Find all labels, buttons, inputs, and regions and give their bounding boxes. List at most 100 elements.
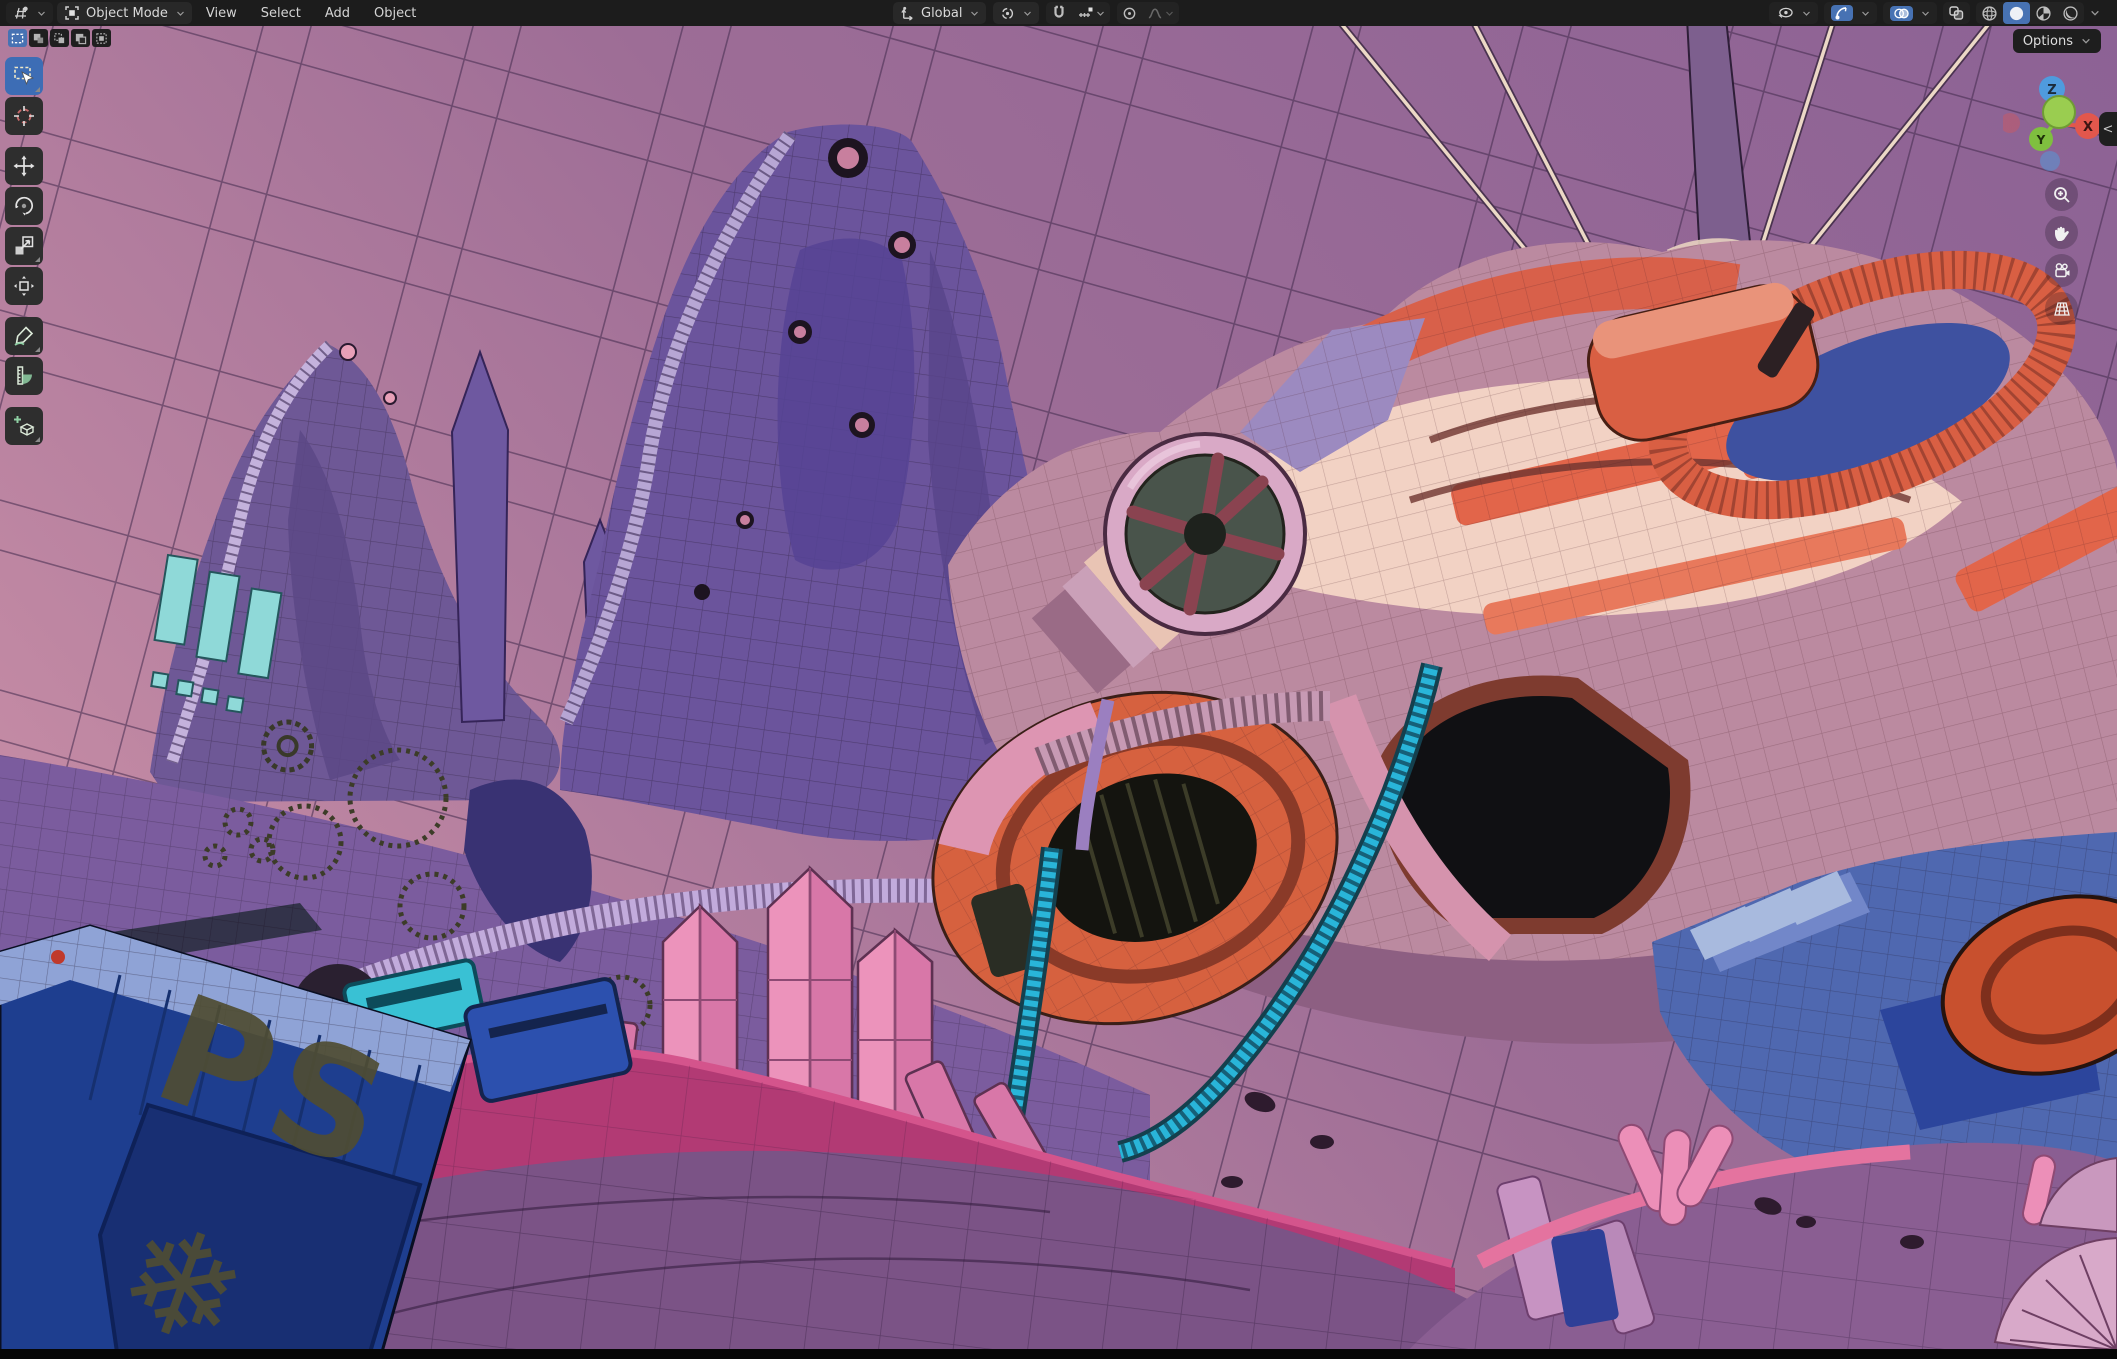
- blender-window: PS ❄ Object Mode: [0, 0, 2117, 1359]
- chevron-down-icon: [2081, 36, 2091, 46]
- chevron-down-icon[interactable]: [2090, 8, 2100, 18]
- chevron-down-icon: [1096, 9, 1105, 18]
- chevron-down-icon: [1802, 9, 1811, 18]
- tool-cursor[interactable]: [5, 97, 43, 135]
- proportional-falloff-icon: [1147, 6, 1163, 21]
- select-extend-icon: [32, 32, 45, 45]
- snap-target-icon: [1077, 5, 1094, 21]
- toggle-xray-icon: [1948, 5, 1965, 21]
- snap-group: [1046, 2, 1110, 24]
- tool-annotate[interactable]: [5, 317, 43, 355]
- select-mode-intersect[interactable]: [92, 29, 111, 47]
- gizmo-axis-minus-x[interactable]: [2003, 113, 2020, 133]
- transform-orientation-icon: [900, 6, 915, 21]
- tool-column: [5, 57, 43, 447]
- chevron-down-icon: [1861, 9, 1870, 18]
- proportional-editing-toggle[interactable]: [1117, 2, 1142, 24]
- transform-orientation-dropdown[interactable]: Global: [893, 2, 986, 24]
- viewport-header: Object Mode View Select Add Object Globa…: [0, 0, 2117, 26]
- menu-view[interactable]: View: [196, 0, 247, 26]
- measure-icon: [12, 364, 36, 388]
- proportional-falloff-dropdown[interactable]: [1142, 2, 1179, 24]
- tool-scale[interactable]: [5, 227, 43, 265]
- window-bottom-edge: [0, 1349, 2117, 1359]
- object-mode-icon: [64, 5, 80, 21]
- zoom-icon: [2052, 185, 2072, 205]
- tool-rotate[interactable]: [5, 187, 43, 225]
- proportional-group: [1117, 2, 1179, 24]
- cursor-icon: [12, 104, 36, 128]
- tool-select-box[interactable]: [5, 57, 43, 95]
- overlays-dropdown[interactable]: [1883, 2, 1937, 24]
- select-invert-icon: [74, 32, 87, 45]
- overlays-icon: [1893, 6, 1910, 21]
- select-set-icon: [11, 32, 24, 45]
- select-subtract-icon: [53, 32, 66, 45]
- menu-object[interactable]: Object: [364, 0, 426, 26]
- transform-icon: [12, 274, 36, 298]
- gizmo-axis-minus-z[interactable]: [2040, 151, 2060, 171]
- shading-material-button[interactable]: [2030, 2, 2057, 24]
- gizmo-y-label: Y: [2036, 133, 2046, 147]
- pivot-point-icon: [1000, 6, 1015, 21]
- sidebar-toggle-chevron: <: [2103, 122, 2114, 137]
- camera-icon: [2052, 261, 2072, 281]
- menu-add[interactable]: Add: [315, 0, 360, 26]
- chevron-down-icon: [970, 9, 979, 18]
- camera-view-button[interactable]: [2045, 254, 2078, 287]
- viewport-gizmos-toggle[interactable]: [1831, 5, 1853, 21]
- grid-perspective-icon: [2052, 299, 2072, 319]
- viewport-scene[interactable]: PS ❄: [0, 0, 2117, 1359]
- annotate-icon: [12, 324, 36, 348]
- chevron-down-icon: [1921, 9, 1930, 18]
- shading-solid-button[interactable]: [2003, 2, 2030, 24]
- tool-measure[interactable]: [5, 357, 43, 395]
- rotate-icon: [12, 194, 36, 218]
- snap-target-dropdown[interactable]: [1072, 2, 1110, 24]
- gizmo-x-label: X: [2083, 120, 2093, 135]
- shading-solid-icon: [2008, 5, 2025, 22]
- tool-move[interactable]: [5, 147, 43, 185]
- select-box-icon: [12, 64, 36, 88]
- zoom-button[interactable]: [2045, 178, 2078, 211]
- select-intersect-icon: [95, 32, 108, 45]
- hand-icon: [2052, 223, 2072, 243]
- gizmo-axis-minus-y[interactable]: [2043, 96, 2075, 128]
- move-icon: [12, 154, 36, 178]
- editor-type-button[interactable]: [6, 2, 53, 24]
- select-mode-subtract[interactable]: [50, 29, 69, 47]
- proportional-editing-icon: [1122, 6, 1137, 21]
- menu-select[interactable]: Select: [251, 0, 311, 26]
- pan-button[interactable]: [2045, 216, 2078, 249]
- shading-rendered-icon: [2062, 5, 2079, 22]
- pivot-point-dropdown[interactable]: [993, 2, 1039, 24]
- mode-selector[interactable]: Object Mode: [57, 2, 192, 24]
- chevron-down-icon: [37, 9, 46, 18]
- toggle-orthographic-button[interactable]: [2045, 292, 2078, 325]
- show-gizmo-visibility-icon: [1776, 6, 1794, 21]
- shading-rendered-button[interactable]: [2057, 2, 2084, 24]
- mode-label: Object Mode: [86, 6, 168, 21]
- viewport-gizmos-dropdown[interactable]: [1824, 2, 1877, 24]
- sidebar-toggle-tab[interactable]: <: [2099, 112, 2117, 146]
- tool-add-cube[interactable]: [5, 407, 43, 445]
- viewport-gizmos-icon: [1834, 5, 1850, 21]
- select-mode-invert[interactable]: [71, 29, 90, 47]
- chevron-down-icon: [176, 9, 185, 18]
- snap-toggle[interactable]: [1046, 2, 1072, 24]
- shading-wireframe-icon: [1981, 5, 1998, 22]
- tool-transform[interactable]: [5, 267, 43, 305]
- orientation-label: Global: [921, 6, 962, 21]
- select-mode-extend[interactable]: [29, 29, 48, 47]
- viewport-nav-buttons: [2045, 178, 2078, 325]
- chevron-down-icon: [1023, 9, 1032, 18]
- overlays-toggle[interactable]: [1890, 6, 1913, 21]
- options-dropdown[interactable]: Options: [2013, 29, 2101, 53]
- show-gizmo-visibility-dropdown[interactable]: [1769, 2, 1818, 24]
- shading-wireframe-button[interactable]: [1976, 2, 2003, 24]
- shading-material-icon: [2035, 5, 2052, 22]
- select-mode-set[interactable]: [8, 29, 27, 47]
- toggle-xray-button[interactable]: [1943, 2, 1970, 24]
- scale-icon: [12, 234, 36, 258]
- editor-type-3d-viewport-icon: [13, 5, 29, 21]
